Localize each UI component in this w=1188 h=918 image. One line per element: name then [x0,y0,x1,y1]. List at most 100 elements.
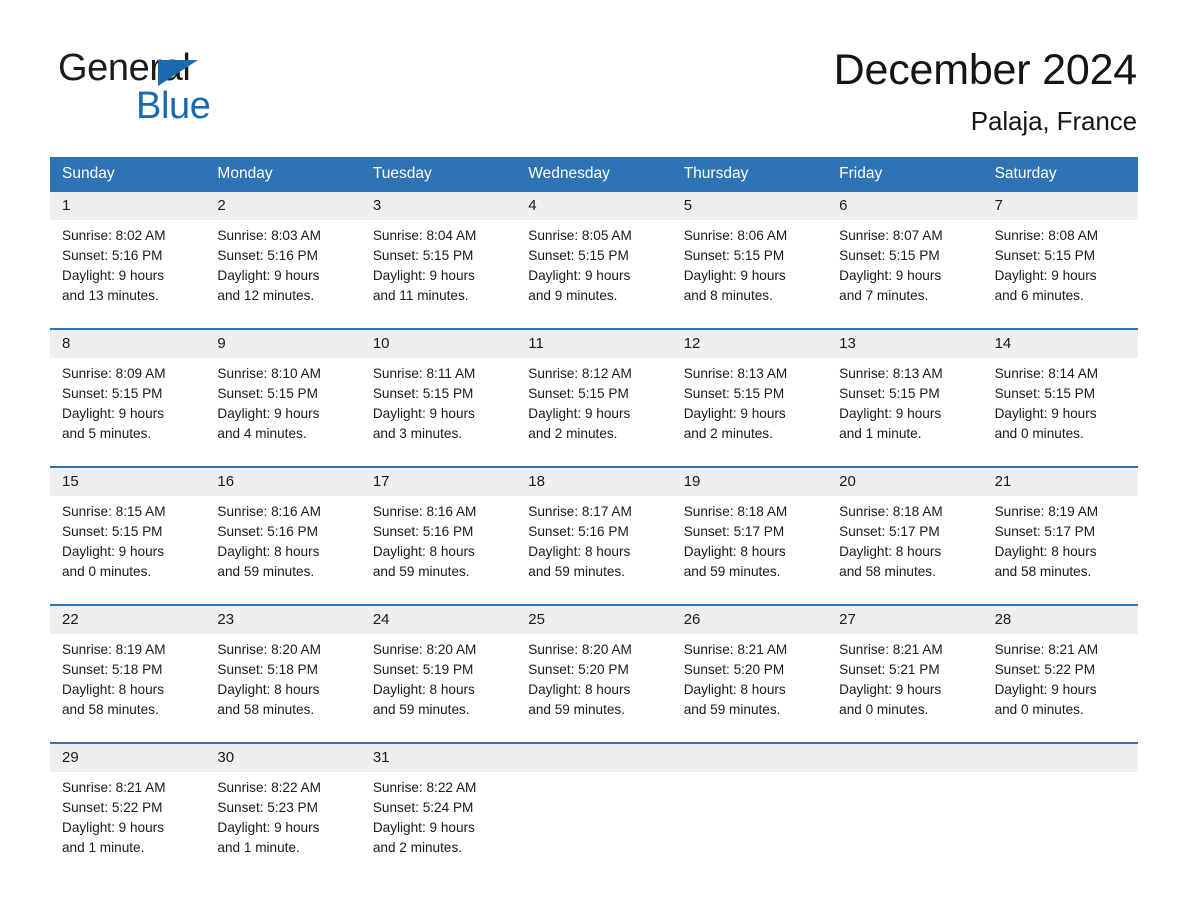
day-cell[interactable]: 7 Sunrise: 8:08 AM Sunset: 5:15 PM Dayli… [982,192,1138,306]
daylight-text-line1: Daylight: 8 hours [217,544,320,559]
sunset-text: Sunset: 5:15 PM [372,248,474,263]
daylight-text-line2: and 5 minutes. [62,426,152,441]
sunrise-text: Sunrise: 8:22 AM [217,780,321,795]
day-cell[interactable]: 13 Sunrise: 8:13 AM Sunset: 5:15 PM Dayl… [827,330,983,444]
week-row: 8 Sunrise: 8:09 AM Sunset: 5:15 PM Dayli… [50,328,1138,444]
day-info: Sunrise: 8:06 AM Sunset: 5:15 PM Dayligh… [672,220,827,306]
day-cell[interactable]: 15 Sunrise: 8:15 AM Sunset: 5:15 PM Dayl… [50,468,206,582]
day-number: 20 [827,468,983,496]
daylight-text-line2: and 59 minutes. [683,564,781,579]
day-cell[interactable]: 20 Sunrise: 8:18 AM Sunset: 5:17 PM Dayl… [827,468,983,582]
week-spacer [50,306,1138,328]
sunrise-text: Sunrise: 8:11 AM [372,366,476,381]
day-cell[interactable]: 29 Sunrise: 8:21 AM Sunset: 5:22 PM Dayl… [50,744,206,858]
day-cell[interactable]: 31 Sunrise: 8:22 AM Sunset: 5:24 PM Dayl… [360,744,517,858]
day-cell[interactable]: 2 Sunrise: 8:03 AM Sunset: 5:16 PM Dayli… [205,192,361,306]
day-info: Sunrise: 8:20 AM Sunset: 5:18 PM Dayligh… [205,634,360,720]
day-cell[interactable]: 1 Sunrise: 8:02 AM Sunset: 5:16 PM Dayli… [50,192,206,306]
day-cell[interactable]: 23 Sunrise: 8:20 AM Sunset: 5:18 PM Dayl… [205,606,361,720]
daylight-text-line1: Daylight: 8 hours [528,682,631,697]
weekday-monday: Monday [217,165,273,182]
day-info: Sunrise: 8:21 AM Sunset: 5:20 PM Dayligh… [672,634,827,720]
weekday-saturday: Saturday [994,165,1057,182]
sunrise-text: Sunrise: 8:08 AM [994,228,1099,243]
day-cell[interactable]: 3 Sunrise: 8:04 AM Sunset: 5:15 PM Dayli… [360,192,517,306]
day-cell[interactable]: 22 Sunrise: 8:19 AM Sunset: 5:18 PM Dayl… [50,606,206,720]
sunset-text: Sunset: 5:20 PM [528,662,629,677]
daylight-text-line1: Daylight: 9 hours [994,268,1097,283]
day-info: Sunrise: 8:12 AM Sunset: 5:15 PM Dayligh… [516,358,671,444]
day-info: Sunrise: 8:09 AM Sunset: 5:15 PM Dayligh… [50,358,205,444]
day-number: 12 [671,330,828,358]
day-cell[interactable]: 11 Sunrise: 8:12 AM Sunset: 5:15 PM Dayl… [516,330,672,444]
day-number: 31 [360,744,517,772]
week-row: 15 Sunrise: 8:15 AM Sunset: 5:15 PM Dayl… [50,466,1138,582]
daylight-text-line1: Daylight: 8 hours [528,544,631,559]
day-cell[interactable]: 19 Sunrise: 8:18 AM Sunset: 5:17 PM Dayl… [671,468,828,582]
sunrise-text: Sunrise: 8:20 AM [372,642,477,657]
daylight-text-line2: and 0 minutes. [994,426,1084,441]
daylight-text-line1: Daylight: 8 hours [994,544,1097,559]
day-number [827,744,983,772]
daylight-text-line2: and 58 minutes. [994,564,1092,579]
daylight-text-line1: Daylight: 9 hours [994,406,1097,421]
daylight-text-line1: Daylight: 9 hours [62,544,165,559]
day-number: 9 [205,330,361,358]
sunset-text: Sunset: 5:15 PM [683,248,785,263]
day-number [671,744,828,772]
daylight-text-line2: and 7 minutes. [839,288,929,303]
day-info: Sunrise: 8:13 AM Sunset: 5:15 PM Dayligh… [827,358,982,444]
day-cell[interactable]: 26 Sunrise: 8:21 AM Sunset: 5:20 PM Dayl… [671,606,828,720]
day-cell[interactable]: 21 Sunrise: 8:19 AM Sunset: 5:17 PM Dayl… [982,468,1138,582]
day-cell[interactable]: 16 Sunrise: 8:16 AM Sunset: 5:16 PM Dayl… [205,468,361,582]
day-cell[interactable]: 14 Sunrise: 8:14 AM Sunset: 5:15 PM Dayl… [982,330,1138,444]
day-cell[interactable]: 4 Sunrise: 8:05 AM Sunset: 5:15 PM Dayli… [516,192,672,306]
day-cell[interactable]: 30 Sunrise: 8:22 AM Sunset: 5:23 PM Dayl… [205,744,361,858]
sunset-text: Sunset: 5:15 PM [528,386,629,401]
day-cell[interactable]: 25 Sunrise: 8:20 AM Sunset: 5:20 PM Dayl… [516,606,672,720]
daylight-text-line1: Daylight: 8 hours [217,682,320,697]
day-info: Sunrise: 8:03 AM Sunset: 5:16 PM Dayligh… [205,220,360,306]
day-info: Sunrise: 8:14 AM Sunset: 5:15 PM Dayligh… [983,358,1138,444]
day-cell[interactable]: 12 Sunrise: 8:13 AM Sunset: 5:15 PM Dayl… [671,330,828,444]
sunset-text: Sunset: 5:15 PM [839,386,940,401]
day-number: 7 [982,192,1138,220]
sunset-text: Sunset: 5:16 PM [62,248,163,263]
day-cell[interactable]: 6 Sunrise: 8:07 AM Sunset: 5:15 PM Dayli… [827,192,983,306]
day-number: 25 [516,606,672,634]
week-spacer [50,720,1138,742]
day-cell[interactable]: 9 Sunrise: 8:10 AM Sunset: 5:15 PM Dayli… [205,330,361,444]
sunrise-text: Sunrise: 8:13 AM [683,366,788,381]
daylight-text-line2: and 11 minutes. [372,288,469,303]
sunset-text: Sunset: 5:15 PM [683,386,785,401]
day-cell[interactable]: 8 Sunrise: 8:09 AM Sunset: 5:15 PM Dayli… [50,330,206,444]
sunrise-text: Sunrise: 8:16 AM [217,504,321,519]
day-number [982,744,1138,772]
week-row: 22 Sunrise: 8:19 AM Sunset: 5:18 PM Dayl… [50,604,1138,720]
daylight-text-line2: and 13 minutes. [62,288,159,303]
day-number: 2 [205,192,361,220]
daylight-text-line2: and 4 minutes. [217,426,307,441]
daylight-text-line1: Daylight: 9 hours [528,268,631,283]
sunset-text: Sunset: 5:15 PM [994,386,1096,401]
sunrise-text: Sunrise: 8:19 AM [994,504,1099,519]
day-cell[interactable]: 10 Sunrise: 8:11 AM Sunset: 5:15 PM Dayl… [360,330,517,444]
daylight-text-line2: and 3 minutes. [372,426,463,441]
day-cell[interactable]: 18 Sunrise: 8:17 AM Sunset: 5:16 PM Dayl… [516,468,672,582]
day-number: 1 [50,192,206,220]
sunrise-text: Sunrise: 8:21 AM [62,780,166,795]
day-number: 10 [360,330,517,358]
sunrise-text: Sunrise: 8:20 AM [528,642,632,657]
daylight-text-line1: Daylight: 9 hours [62,406,165,421]
sunrise-text: Sunrise: 8:02 AM [62,228,166,243]
day-cell[interactable]: 17 Sunrise: 8:16 AM Sunset: 5:16 PM Dayl… [360,468,517,582]
day-cell[interactable]: 24 Sunrise: 8:20 AM Sunset: 5:19 PM Dayl… [360,606,517,720]
day-info: Sunrise: 8:20 AM Sunset: 5:19 PM Dayligh… [361,634,516,720]
sunset-text: Sunset: 5:16 PM [372,524,474,539]
day-cell[interactable]: 27 Sunrise: 8:21 AM Sunset: 5:21 PM Dayl… [827,606,983,720]
day-number: 30 [205,744,361,772]
day-cell[interactable]: 5 Sunrise: 8:06 AM Sunset: 5:15 PM Dayli… [671,192,828,306]
daylight-text-line2: and 59 minutes. [528,702,626,717]
sunset-text: Sunset: 5:15 PM [62,524,163,539]
day-cell[interactable]: 28 Sunrise: 8:21 AM Sunset: 5:22 PM Dayl… [982,606,1138,720]
